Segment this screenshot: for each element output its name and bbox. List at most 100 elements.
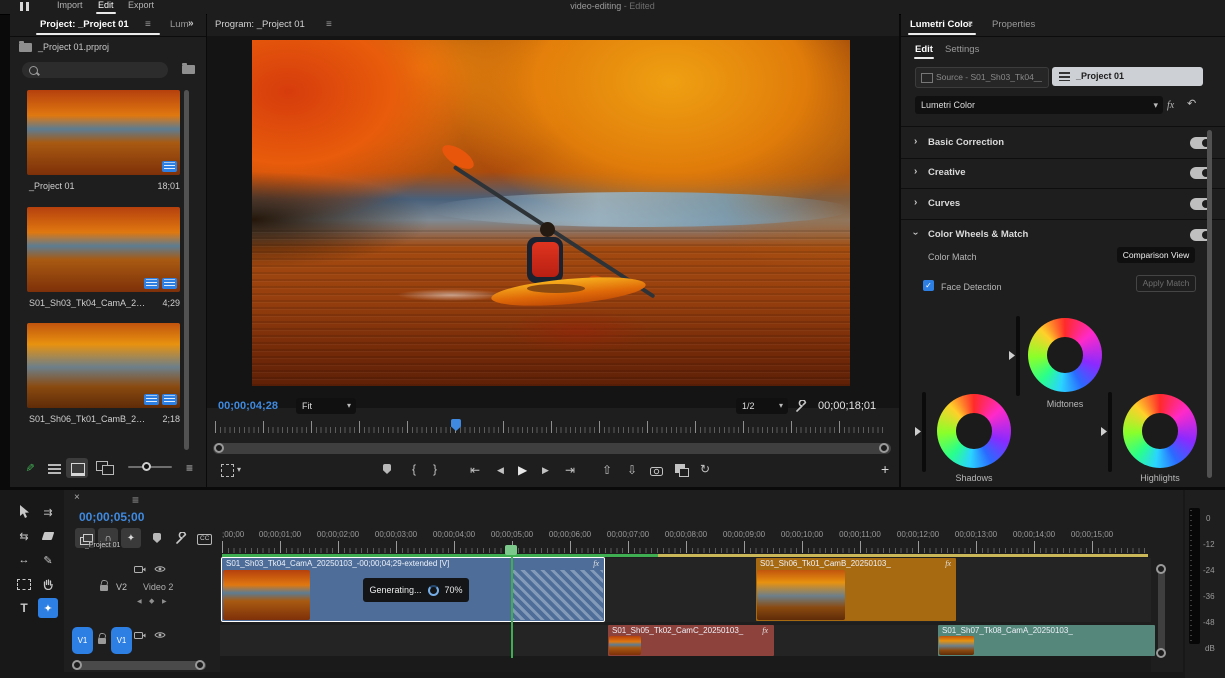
tab-overflow-icon[interactable]: » <box>188 18 194 29</box>
program-panel-menu-icon[interactable]: ≡ <box>326 19 332 30</box>
midtones-slider-handle[interactable] <box>1009 351 1015 360</box>
project-item-name[interactable]: S01_Sh03_Tk04_CamA_20250103_ <box>29 298 147 308</box>
lumetri-panel-menu-icon[interactable]: ≡ <box>967 19 973 30</box>
track-source-camera-icon[interactable] <box>134 631 146 640</box>
source-clip-button[interactable]: Source - S01_Sh03_Tk04__ <box>915 67 1049 88</box>
go-to-out-icon[interactable]: ⇥ <box>565 464 575 476</box>
track-v2-name[interactable]: Video 2 <box>143 582 173 592</box>
midtones-luma-slider[interactable] <box>1016 316 1020 396</box>
generative-extend-button[interactable]: ✦ <box>121 528 141 548</box>
timeline-settings-wrench-icon[interactable] <box>175 532 188 545</box>
icon-view-button[interactable] <box>66 458 88 478</box>
hand-tool[interactable] <box>38 574 58 594</box>
lift-icon[interactable]: ⇧ <box>602 464 612 476</box>
mark-out-icon[interactable]: } <box>433 463 437 475</box>
step-forward-icon[interactable]: ▶ <box>542 466 549 475</box>
project-scrollbar[interactable] <box>184 90 189 450</box>
track-visibility-eye-icon[interactable] <box>154 631 166 639</box>
subtab-edit[interactable]: Edit <box>915 44 933 55</box>
project-target-button[interactable]: _Project 01 <box>1052 67 1203 86</box>
play-icon[interactable]: ▶ <box>518 464 527 476</box>
fx-bypass-icon[interactable]: fx <box>1167 100 1174 111</box>
v-scroll-bottom-knob[interactable] <box>1156 648 1166 658</box>
bin-up-folder-icon[interactable] <box>19 41 32 52</box>
clip-v2b[interactable]: S01_Sh06_Tk01_CamB_20250103_ fx <box>756 558 956 621</box>
add-marker-icon[interactable] <box>383 464 391 474</box>
export-frame-icon[interactable] <box>650 466 663 476</box>
section-creative[interactable]: › Creative <box>901 157 1225 189</box>
project-item-thumbnail[interactable] <box>27 90 180 175</box>
project-item-name[interactable]: _Project 01 <box>29 181 75 191</box>
shadows-slider-handle[interactable] <box>915 427 921 436</box>
list-view-icon[interactable] <box>48 464 61 474</box>
h-scroll-left-knob[interactable] <box>72 660 82 670</box>
tab-properties[interactable]: Properties <box>992 19 1035 30</box>
rectangle-tool[interactable] <box>14 574 34 594</box>
program-mini-ruler[interactable] <box>215 420 885 433</box>
safe-margins-icon[interactable] <box>221 464 234 477</box>
selection-tool[interactable] <box>14 502 34 522</box>
highlights-slider-handle[interactable] <box>1101 427 1107 436</box>
zoom-slider-knob[interactable] <box>142 462 151 471</box>
mark-in-icon[interactable]: { <box>412 463 416 475</box>
effect-dropdown[interactable]: Lumetri Color ▾ <box>915 96 1163 114</box>
program-scrollbar[interactable] <box>213 443 891 454</box>
find-bin-icon[interactable] <box>182 63 195 74</box>
project-item-thumbnail[interactable] <box>27 207 180 292</box>
shadows-luma-slider[interactable] <box>922 392 926 472</box>
track-select-forward-tool[interactable]: ⇉ <box>38 502 58 522</box>
project-item-name[interactable]: S01_Sh06_Tk01_CamB_20250103_ <box>29 414 147 424</box>
timeline-ruler[interactable] <box>222 540 1150 553</box>
highlights-color-wheel[interactable] <box>1123 394 1197 468</box>
search-input[interactable] <box>42 63 164 78</box>
playback-resolution-dropdown[interactable]: 1/2 ▾ <box>736 398 788 414</box>
track-lock-icon[interactable] <box>100 585 108 591</box>
go-to-in-icon[interactable]: ⇤ <box>470 464 480 476</box>
comparison-view-button[interactable]: Comparison View <box>1117 247 1195 263</box>
tab-lumetri-color[interactable]: Lumetri Color <box>910 19 972 30</box>
button-editor-icon[interactable]: + <box>881 462 889 476</box>
keyframe-add-icon[interactable]: ◆ <box>149 598 154 605</box>
timeline-tab-label[interactable]: _Project 01 <box>85 542 120 549</box>
midtones-color-wheel[interactable] <box>1028 318 1102 392</box>
slip-tool[interactable]: ↔ <box>14 550 34 570</box>
settings-wrench-icon[interactable] <box>795 400 808 413</box>
tab-program[interactable]: Program: _Project 01 <box>215 19 305 30</box>
playhead-line[interactable] <box>511 546 513 658</box>
generative-extend-tool[interactable]: ✦ <box>38 598 58 618</box>
razor-tool[interactable] <box>38 526 58 546</box>
playhead-marker[interactable] <box>505 545 517 555</box>
pen-tool[interactable]: ✎ <box>38 550 58 570</box>
track-v2-target[interactable]: V2 <box>116 582 127 592</box>
project-item-thumbnail[interactable] <box>27 323 180 408</box>
highlights-luma-slider[interactable] <box>1108 392 1112 472</box>
reset-effect-icon[interactable]: ↶ <box>1187 99 1196 110</box>
apply-match-button[interactable]: Apply Match <box>1136 275 1196 292</box>
keyframe-prev-icon[interactable]: ◀ <box>137 599 142 605</box>
timeline-vertical-scrollbar[interactable] <box>1158 568 1165 652</box>
timeline-horizontal-scrollbar[interactable] <box>72 661 206 670</box>
scrollbar-right-knob[interactable] <box>879 443 889 453</box>
sort-menu-icon[interactable]: ≡ <box>186 461 193 475</box>
breadcrumb[interactable]: _Project 01.prproj <box>38 42 109 52</box>
track-source-camera-icon[interactable] <box>134 565 146 574</box>
loop-icon[interactable]: ↻ <box>700 463 710 475</box>
source-patch-v1[interactable]: V1 <box>72 627 93 654</box>
shadows-color-wheel[interactable] <box>937 394 1011 468</box>
keyframe-next-icon[interactable]: ▶ <box>162 599 167 605</box>
face-detection-checkbox[interactable]: ✓ <box>923 280 934 291</box>
type-tool[interactable]: T <box>14 598 34 618</box>
clip-v1a[interactable]: S01_Sh05_Tk02_CamC_20250103_ fx <box>608 625 774 656</box>
program-timecode[interactable]: 00;00;04;28 <box>218 400 278 412</box>
track-lock-icon[interactable] <box>98 638 106 644</box>
close-icon[interactable]: × <box>74 493 80 503</box>
marker-icon[interactable] <box>153 533 161 543</box>
tab-lumetri-truncated[interactable]: Lum <box>170 19 188 30</box>
track-visibility-eye-icon[interactable] <box>154 565 166 573</box>
track-target-v1[interactable]: V1 <box>111 627 132 654</box>
step-back-icon[interactable]: ◀ <box>497 466 504 475</box>
timeline-menu-icon[interactable]: ≡ <box>132 493 139 507</box>
zoom-level-dropdown[interactable]: Fit ▾ <box>296 398 356 414</box>
tab-project[interactable]: Project: _Project 01 <box>40 19 129 30</box>
menu-export[interactable]: Export <box>128 0 154 10</box>
